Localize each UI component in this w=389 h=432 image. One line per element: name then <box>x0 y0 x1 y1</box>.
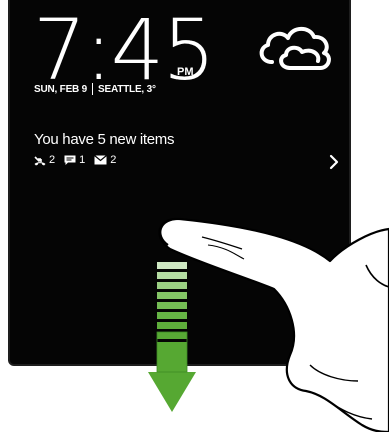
date-text: SUN, FEB 9 <box>34 83 88 95</box>
messages-count: 1 <box>79 154 86 166</box>
messages-group: 1 <box>64 154 85 166</box>
email-icon <box>94 155 108 165</box>
missed-calls-group: 2 <box>34 154 55 166</box>
clock-ampm: PM <box>177 66 194 78</box>
emails-group: 2 <box>94 154 116 166</box>
hand-gesture-icon <box>158 217 389 432</box>
message-icon <box>64 155 76 165</box>
date-location-line: SUN, FEB 9 SEATTLE, 3° <box>34 83 156 95</box>
emails-count: 2 <box>110 154 117 166</box>
missed-call-icon <box>34 155 46 165</box>
chevron-right-icon[interactable] <box>327 153 341 171</box>
divider <box>92 83 94 95</box>
cloudy-icon <box>259 26 331 70</box>
notification-title[interactable]: You have 5 new items <box>34 131 175 148</box>
notification-counts: 2 1 2 <box>34 154 120 166</box>
location-temp-text: SEATTLE, 3° <box>98 83 156 95</box>
missed-calls-count: 2 <box>49 154 56 166</box>
